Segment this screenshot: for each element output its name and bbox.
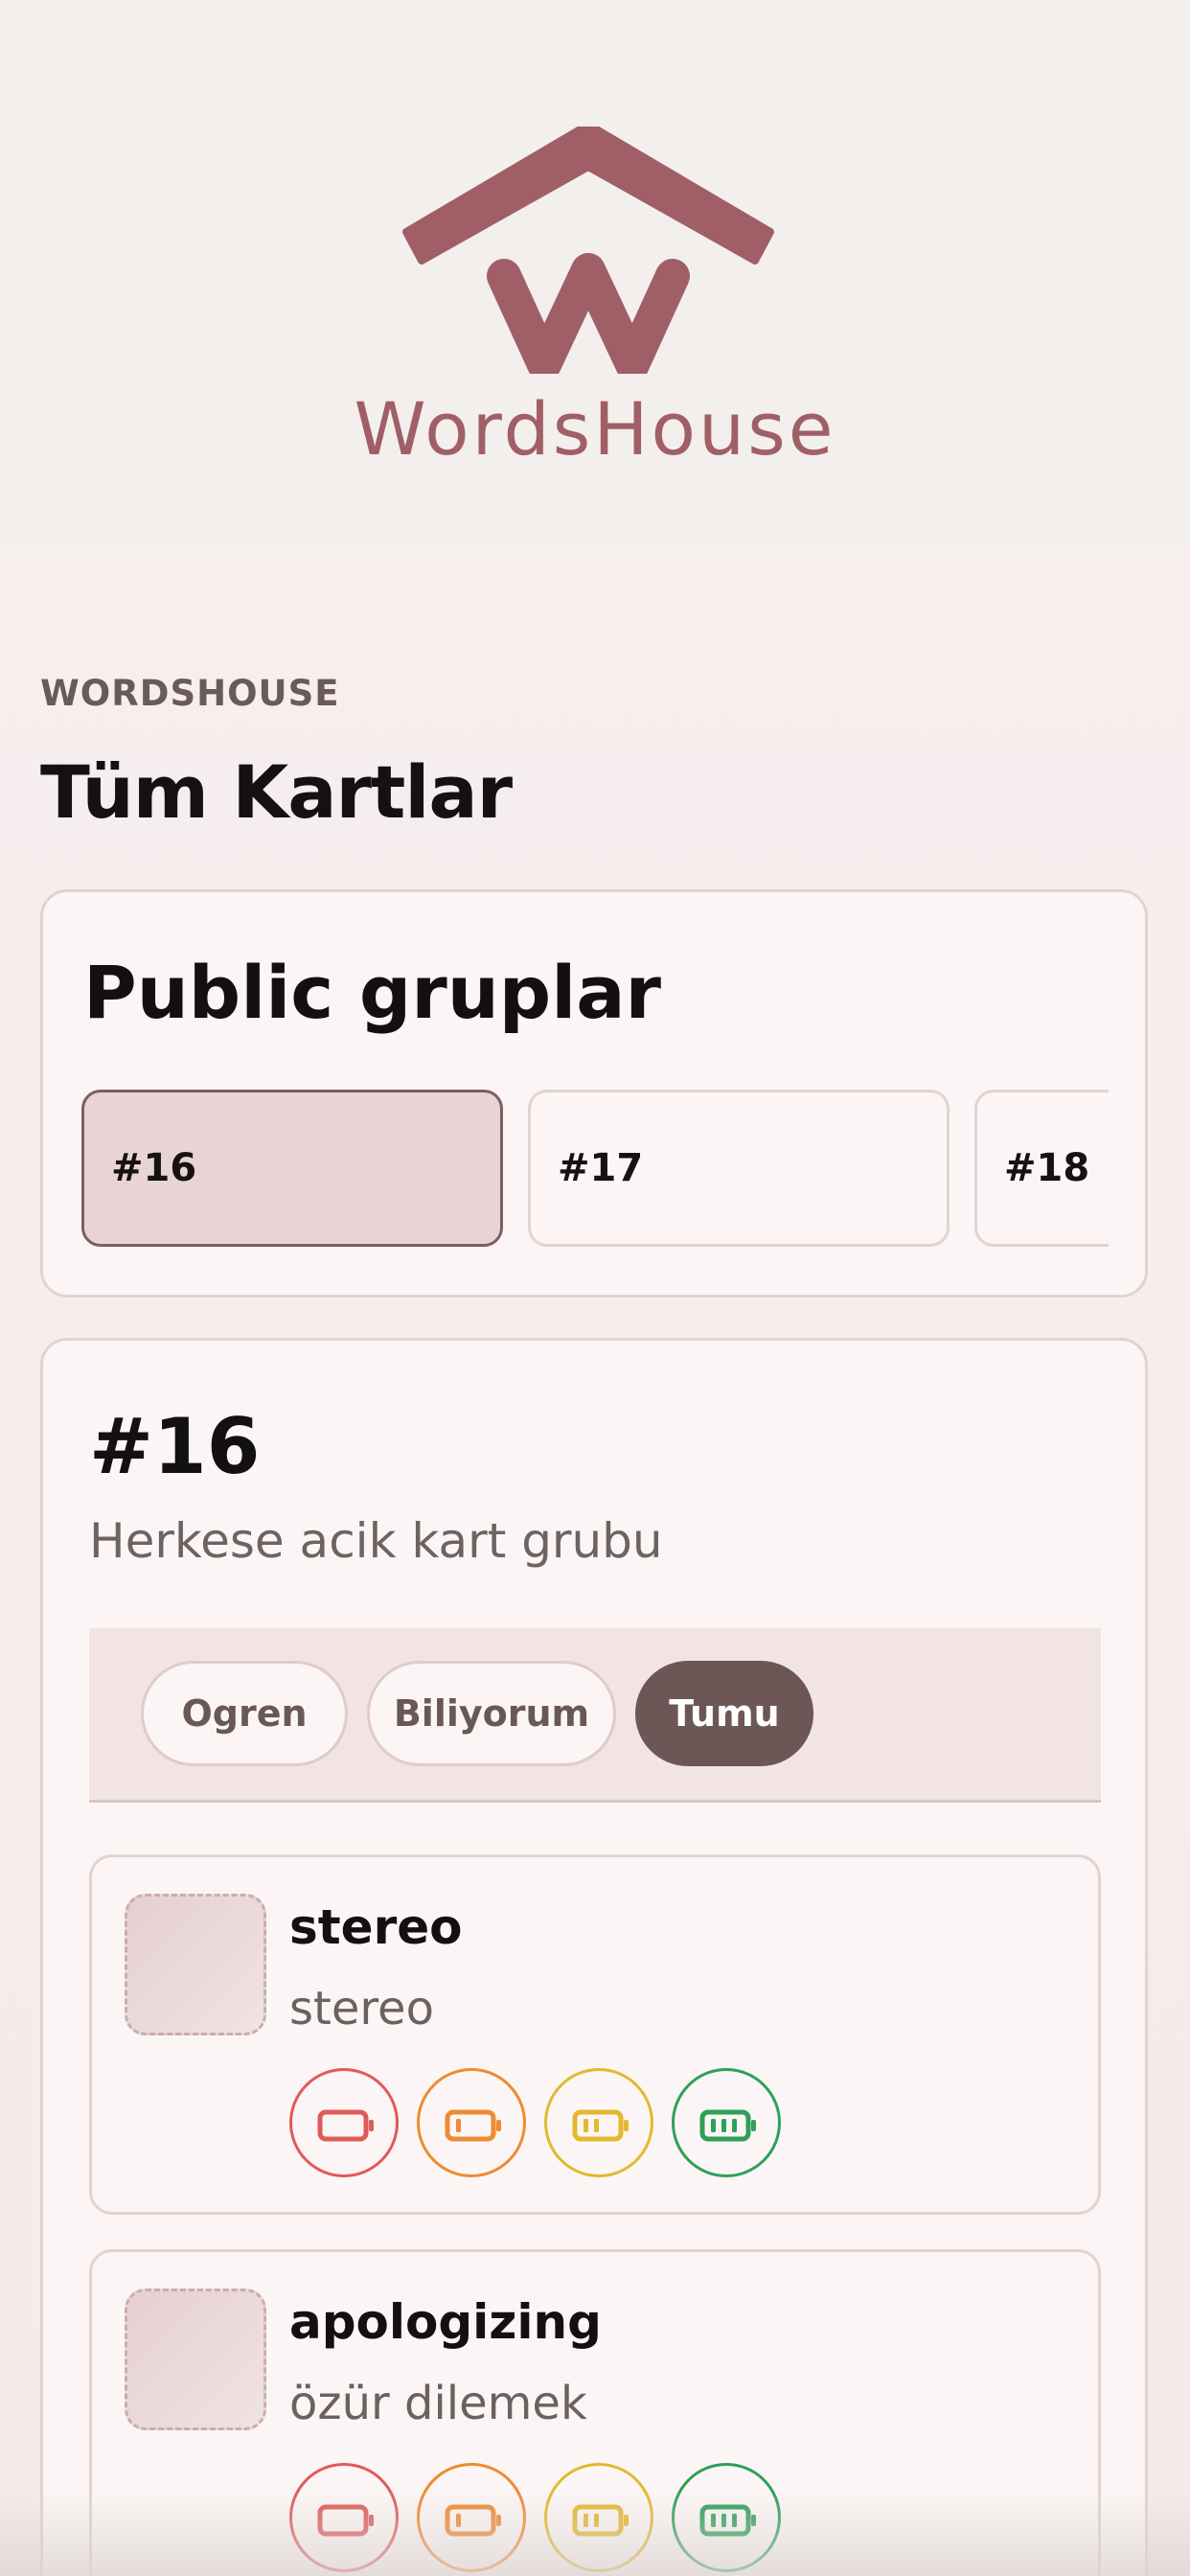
- main-content: WORDSHOUSE Tüm Kartlar Public gruplar #1…: [0, 546, 1190, 2576]
- filter-known[interactable]: Biliyorum: [367, 1661, 616, 1766]
- group-chip-16[interactable]: #16: [81, 1090, 503, 1247]
- image-placeholder[interactable]: [125, 1894, 266, 2036]
- level-button[interactable]: [289, 2068, 399, 2177]
- battery-full-icon: [699, 2109, 756, 2142]
- filter-learn[interactable]: Ogren: [141, 1661, 348, 1766]
- section-overline: WORDSHOUSE: [40, 673, 340, 714]
- brand-name: WordsHouse: [354, 386, 836, 472]
- filter-tabs: Ogren Biliyorum Tumu: [89, 1628, 1101, 1803]
- battery-empty-icon: [317, 2109, 374, 2142]
- group-chip-label: #18: [1004, 1146, 1090, 1190]
- group-chip-label: #16: [111, 1146, 197, 1190]
- word-term: stereo: [289, 1899, 463, 1955]
- group-chip-17[interactable]: #17: [528, 1090, 950, 1247]
- group-chip-18[interactable]: #18: [974, 1090, 1109, 1247]
- filter-all[interactable]: Tumu: [635, 1661, 813, 1766]
- battery-medium-icon: [572, 2109, 629, 2142]
- level-button[interactable]: [544, 2068, 653, 2177]
- public-groups-title: Public gruplar: [83, 950, 662, 1035]
- word-card[interactable]: stereo stereo: [89, 1854, 1101, 2215]
- battery-low-icon: [445, 2109, 501, 2142]
- level-button[interactable]: [417, 2068, 526, 2177]
- group-chip-label: #17: [558, 1146, 644, 1190]
- page-title: Tüm Kartlar: [40, 749, 513, 835]
- app-header: WordsHouse: [0, 0, 1190, 546]
- level-buttons: [289, 2068, 826, 2181]
- word-meaning: özür dilemek: [289, 2377, 587, 2430]
- public-groups-card: Public gruplar #16 #17 #18: [40, 889, 1148, 1298]
- group-subtitle: Herkese acik kart grubu: [89, 1513, 663, 1569]
- level-button[interactable]: [672, 2068, 781, 2177]
- group-detail-card: #16 Herkese acik kart grubu Ogren Biliyo…: [40, 1338, 1148, 2576]
- group-title: #16: [89, 1402, 261, 1491]
- house-w-logo-icon: [402, 126, 774, 374]
- word-term: apologizing: [289, 2294, 602, 2350]
- image-placeholder[interactable]: [125, 2288, 266, 2430]
- group-chip-row[interactable]: #16 #17 #18: [81, 1090, 1109, 1251]
- bottom-fade: [0, 2490, 1190, 2576]
- word-meaning: stereo: [289, 1982, 434, 2036]
